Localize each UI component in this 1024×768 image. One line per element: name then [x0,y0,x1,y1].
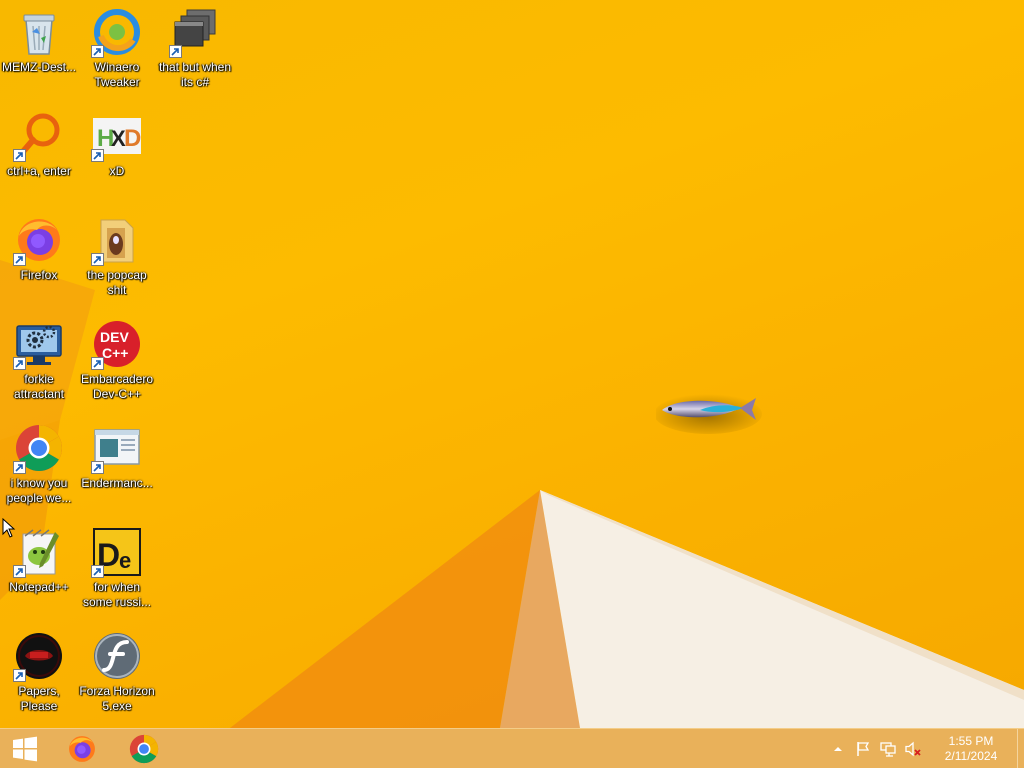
windows-logo-icon [13,736,37,761]
shortcut-arrow-icon [91,149,104,162]
desktop-icon-label: Forza Horizon 5.exe [79,684,155,713]
tray-network-button[interactable] [877,738,899,760]
desktop-icon-embarcadero-devcpp[interactable]: DEV C++ Embarcadero Dev-C++ [78,312,156,412]
folder-icon [91,214,143,266]
desktop-icon-ctrl-a-enter[interactable]: ctrl+a, enter [0,104,78,204]
desktop-icon-that-but-when-its-csharp[interactable]: that but when its c# [156,0,234,100]
desktop-icon-label: the popcap shit [87,268,147,297]
tray-volume-button[interactable] [902,738,924,760]
shortcut-arrow-icon [13,565,26,578]
desktop-icon-for-when-some-russi[interactable]: D e for when some russi... [78,520,156,620]
shortcut-arrow-icon [169,45,182,58]
desktop-icon-xd[interactable]: H X D xD [78,104,156,204]
mouse-cursor-icon [2,518,16,538]
firefox-icon [13,214,65,266]
desktop-icon-memz[interactable]: MEMZ-Dest... [0,0,78,100]
shortcut-arrow-icon [91,45,104,58]
recycle-bin-icon [13,6,65,58]
desktop-icon-label: Endermanc... [81,476,153,490]
svg-text:e: e [119,548,131,573]
show-desktop-button[interactable] [1017,729,1024,768]
desktop-icon-label: ctrl+a, enter [7,164,71,178]
shortcut-arrow-icon [13,149,26,162]
desktop-icon-firefox[interactable]: Firefox [0,208,78,308]
desktop-icon-label: forkie attractant [13,372,65,401]
fish-icon [656,394,762,434]
system-tray: 1:55 PM 2/11/2024 [827,729,1024,768]
chevron-up-icon [834,746,842,751]
desktop-icon-endermanch[interactable]: Endermanc... [78,416,156,516]
clock-date: 2/11/2024 [944,748,998,763]
network-icon [880,741,896,757]
desktop-icon-label: Papers, Please [18,684,60,713]
desktop-icon-forza-horizon-5[interactable]: Forza Horizon 5.exe [78,624,156,724]
stacked-windows-icon [169,6,221,58]
tray-overflow-button[interactable] [827,738,849,760]
taskbar-clock[interactable]: 1:55 PM 2/11/2024 [931,734,1011,764]
taskbar-chrome-button[interactable] [114,729,174,768]
desktop-icon-label: MEMZ-Dest... [2,60,76,74]
taskbar-firefox-button[interactable] [52,729,112,768]
de-logo-icon: D e [91,526,143,578]
desktop-icon-label: Winaero Tweaker [94,60,140,89]
taskbar: 1:55 PM 2/11/2024 [0,728,1024,768]
devcpp-icon: DEV C++ [91,318,143,370]
desktop-icon-label: Notepad++ [9,580,69,594]
shortcut-arrow-icon [13,253,26,266]
desktop-icon-the-popcap-shit[interactable]: the popcap shit [78,208,156,308]
chrome-icon [129,734,159,763]
start-button[interactable] [0,729,50,768]
firefox-icon [69,735,95,762]
magnifier-ring-icon [13,110,65,162]
shortcut-arrow-icon [91,357,104,370]
desktop-icon-winaero-tweaker[interactable]: Winaero Tweaker [78,0,156,100]
svg-text:DEV: DEV [100,329,129,345]
shortcut-arrow-icon [13,357,26,370]
window-app-icon [91,422,143,474]
desktop-icon-label: that but when its c# [158,60,232,89]
shortcut-arrow-icon [13,461,26,474]
hxd-editor-icon: H X D [91,110,143,162]
shortcut-arrow-icon [91,565,104,578]
shortcut-arrow-icon [13,669,26,682]
desktop-icon-label: Firefox [20,268,58,282]
desktop-icon-papers-please[interactable]: Papers, Please [0,624,78,724]
svg-text:C++: C++ [102,345,128,361]
clock-time: 1:55 PM [948,733,994,748]
papers-please-icon [13,630,65,682]
desktop-icon-label: xD [109,164,125,178]
desktop-icon-i-know-you-people[interactable]: i know you people we... [0,416,78,516]
desktop[interactable]: MEMZ-Dest... Winaero Tweaker that but wh… [0,0,1024,728]
notepadpp-icon [13,526,65,578]
desktop-icon-label: for when some russi... [82,580,151,609]
svg-text:D: D [124,125,141,152]
tray-action-center-button[interactable] [852,738,874,760]
settings-monitor-icon [13,318,65,370]
desktop-icon-label: Embarcadero Dev-C++ [80,372,154,401]
flash-icon [91,630,143,682]
flag-icon [857,741,870,756]
chrome-icon [13,422,65,474]
speaker-muted-icon [905,741,921,756]
shortcut-arrow-icon [91,461,104,474]
winaero-tweaker-icon [91,6,143,58]
shortcut-arrow-icon [91,253,104,266]
desktop-icon-forkie-attractant[interactable]: forkie attractant [0,312,78,412]
desktop-icon-grid: MEMZ-Dest... Winaero Tweaker that but wh… [0,0,240,728]
desktop-icon-label: i know you people we... [6,476,72,505]
